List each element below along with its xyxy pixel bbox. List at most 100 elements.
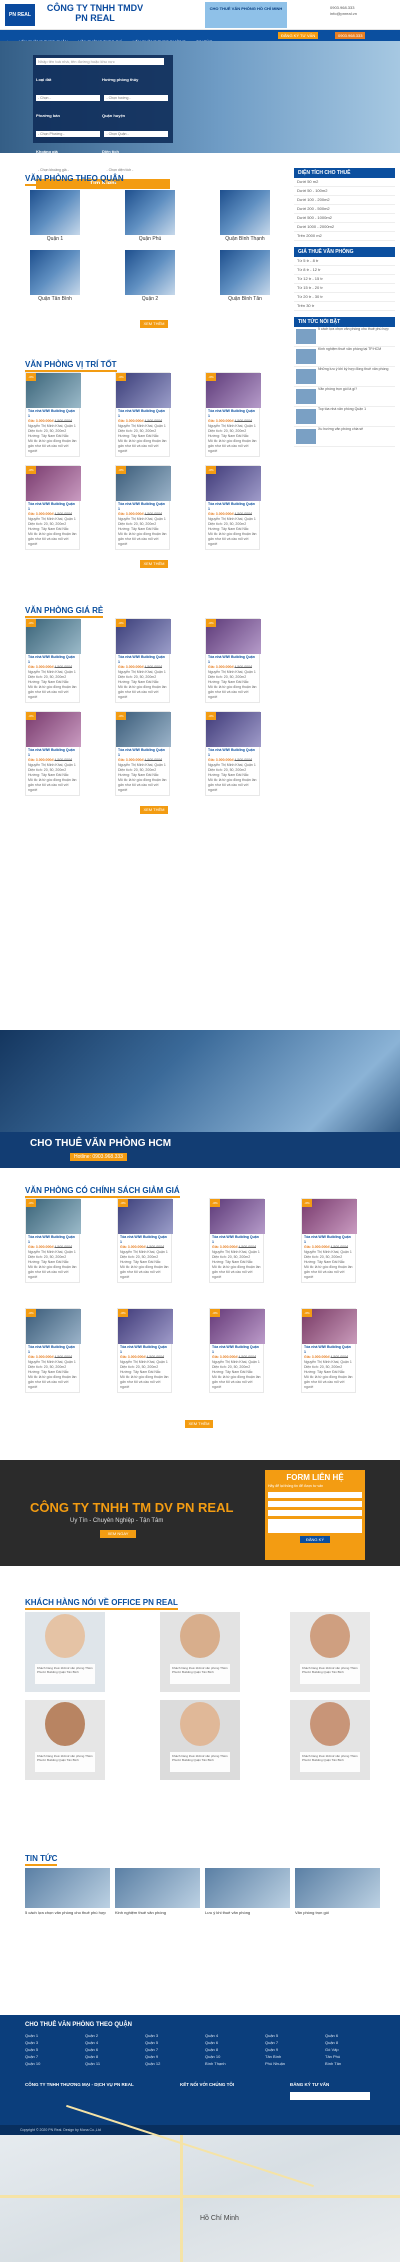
footer-link[interactable]: Quận 8 xyxy=(325,2039,338,2046)
district-tile[interactable] xyxy=(30,250,80,295)
listing-card[interactable]: -6% Tòa nhà WIW Building Quận 1 Giá: 3.000… xyxy=(205,618,261,703)
more-button[interactable]: XEM THÊM xyxy=(140,806,168,814)
listing-card[interactable]: -6% Tòa nhà WIW Building Quận 1 Giá: 3.000… xyxy=(117,1308,173,1393)
sidebar-link[interactable]: Trên 2000 m2 xyxy=(294,232,395,241)
footer-link[interactable]: Quận 7 xyxy=(265,2039,278,2046)
email-field[interactable] xyxy=(268,1510,362,1516)
listing-card[interactable]: -6% Tòa nhà WIW Building Quận 1 Giá: 3.000… xyxy=(115,618,171,703)
listing-card[interactable]: -6% Tòa nhà WIW Building Quận 1 Giá: 3.000… xyxy=(301,1198,357,1283)
footer-link[interactable]: Quận 5 xyxy=(145,2039,158,2046)
listing-card[interactable]: -6% Tòa nhà WIW Building Quận 1 Giá: 3.000… xyxy=(25,465,81,550)
sidebar-link[interactable]: Từ 5 tr - 8 tr xyxy=(294,257,395,266)
cta-button[interactable]: XEM NGAY xyxy=(100,1530,136,1538)
sidebar-link[interactable]: Dưới 1000 - 2000m2 xyxy=(294,223,395,232)
footer-link[interactable]: Quận 6 xyxy=(325,2032,338,2039)
sidebar-link[interactable]: Dưới 50 m2 xyxy=(294,178,395,187)
listing-card[interactable]: -6% Tòa nhà WIW Building Quận 1 Giá: 3.000… xyxy=(115,372,171,457)
listing-card[interactable]: -6% Tòa nhà WIW Building Quận 1 Giá: 3.000… xyxy=(209,1308,265,1393)
sidebar-news[interactable]: 5 cách lựa chọn văn phòng cho thuê phù h… xyxy=(294,327,395,347)
listing-card[interactable]: -6% Tòa nhà WIW Building Quận 1 Giá: 3.000… xyxy=(25,711,81,796)
listing-card[interactable]: -6% Tòa nhà WIW Building Quận 1 Giá: 3.000… xyxy=(205,711,261,796)
sidebar-news[interactable]: Top tòa nhà văn phòng Quận 1 xyxy=(294,407,395,427)
map[interactable]: Hồ Chí Minh xyxy=(0,2104,400,2262)
footer-link[interactable]: Bình Tân xyxy=(325,2060,341,2067)
footer-link[interactable]: Tân Bình xyxy=(265,2053,281,2060)
news-card[interactable]: Kinh nghiệm thuê văn phòng xyxy=(115,1868,200,1915)
footer-link[interactable]: Quận 5 xyxy=(265,2032,278,2039)
search-select[interactable]: - Chọn Phường - xyxy=(36,131,100,137)
news-card[interactable]: Lưu ý khi thuê văn phòng xyxy=(205,1868,290,1915)
register-button[interactable]: ĐĂNG KÝ TƯ VẤN xyxy=(278,32,319,39)
more-button[interactable]: XEM THÊM xyxy=(185,1420,213,1428)
more-button[interactable]: XEM THÊM xyxy=(140,560,168,568)
subscribe-input[interactable] xyxy=(290,2092,370,2100)
footer-link[interactable]: Quận 3 xyxy=(25,2039,38,2046)
listing-card[interactable]: -6% Tòa nhà WIW Building Quận 1 Giá: 3.000… xyxy=(117,1198,173,1283)
sidebar-link[interactable]: Từ 15 tr - 20 tr xyxy=(294,284,395,293)
listing-card[interactable]: -6% Tòa nhà WIW Building Quận 1 Giá: 3.000… xyxy=(25,1308,81,1393)
form-submit[interactable]: ĐĂNG KÝ xyxy=(300,1536,330,1543)
listing-card[interactable]: -6% Tòa nhà WIW Building Quận 1 Giá: 3.000… xyxy=(205,372,261,457)
sidebar-news[interactable]: Những lưu ý khi ký hợp đồng thuê văn phò… xyxy=(294,367,395,387)
footer-link[interactable]: Gò Vấp xyxy=(325,2046,339,2053)
sidebar-link[interactable]: Dưới 50 - 100m2 xyxy=(294,187,395,196)
district-tile[interactable] xyxy=(220,250,270,295)
sidebar-news[interactable]: Văn phòng trọn gói là gì? xyxy=(294,387,395,407)
phone-field[interactable] xyxy=(268,1501,362,1507)
footer-link[interactable]: Quận 2 xyxy=(85,2032,98,2039)
footer-link[interactable]: Quận 7 xyxy=(145,2046,158,2053)
footer-link[interactable]: Quận 8 xyxy=(205,2046,218,2053)
footer-link[interactable]: Quận 6 xyxy=(205,2039,218,2046)
sidebar-link[interactable]: Trên 30 tr xyxy=(294,302,395,311)
footer-link[interactable]: Quận 7 xyxy=(25,2053,38,2060)
message-field[interactable] xyxy=(268,1519,362,1533)
footer-link[interactable]: Quận 11 xyxy=(85,2060,100,2067)
sidebar-link[interactable]: Dưới 500 - 1000m2 xyxy=(294,214,395,223)
listing-card[interactable]: -6% Tòa nhà WIW Building Quận 1 Giá: 3.000… xyxy=(115,465,171,550)
sidebar-link[interactable]: Dưới 100 - 200m2 xyxy=(294,196,395,205)
mid-banner-hotline[interactable]: Hotline: 0903.968.333 xyxy=(70,1153,127,1161)
district-tile[interactable] xyxy=(220,190,270,235)
footer-link[interactable]: Quận 3 xyxy=(145,2032,158,2039)
sidebar-link[interactable]: Từ 12 tr - 15 tr xyxy=(294,275,395,284)
listing-card[interactable]: -6% Tòa nhà WIW Building Quận 1 Giá: 3.000… xyxy=(205,465,261,550)
hotline-button[interactable]: 0903.968.333 xyxy=(335,32,366,39)
listing-card[interactable]: -6% Tòa nhà WIW Building Quận 1 Giá: 3.000… xyxy=(25,372,81,457)
search-select[interactable]: - Chọn hướng - xyxy=(104,95,169,101)
footer-link[interactable]: Quận 1 xyxy=(25,2032,38,2039)
footer-link[interactable]: Bình Thạnh xyxy=(205,2060,226,2067)
header-banner[interactable]: CHO THUÊ VĂN PHÒNG HỒ CHÍ MINH xyxy=(205,2,287,28)
footer-link[interactable]: Quận 10 xyxy=(205,2053,220,2060)
sidebar-link[interactable]: Từ 8 tr - 12 tr xyxy=(294,266,395,275)
footer-link[interactable]: Quận 6 xyxy=(85,2046,98,2053)
footer-link[interactable]: Quận 9 xyxy=(265,2046,278,2053)
listing-card[interactable]: -6% Tòa nhà WIW Building Quận 1 Giá: 3.000… xyxy=(25,1198,81,1283)
sidebar-link[interactable]: Dưới 200 - 500m2 xyxy=(294,205,395,214)
district-tile[interactable] xyxy=(125,250,175,295)
listing-card[interactable]: -6% Tòa nhà WIW Building Quận 1 Giá: 3.000… xyxy=(25,618,81,703)
news-card[interactable]: Văn phòng trọn gói xyxy=(295,1868,380,1915)
footer-link[interactable]: Quận 10 xyxy=(25,2060,40,2067)
district-tile[interactable] xyxy=(125,190,175,235)
news-card[interactable]: 5 cách lựa chọn văn phòng cho thuê phù h… xyxy=(25,1868,110,1915)
sidebar-news[interactable]: Xu hướng văn phòng chia sẻ xyxy=(294,427,395,447)
name-field[interactable] xyxy=(268,1492,362,1498)
footer-link[interactable]: Phú Nhuận xyxy=(265,2060,285,2067)
listing-card[interactable]: -6% Tòa nhà WIW Building Quận 1 Giá: 3.000… xyxy=(301,1308,357,1393)
footer-link[interactable]: Quận 9 xyxy=(145,2053,158,2060)
search-select[interactable]: - Chọn - xyxy=(36,95,100,101)
footer-link[interactable]: Quận 12 xyxy=(145,2060,160,2067)
logo[interactable]: PN REAL xyxy=(5,4,35,26)
sidebar-news[interactable]: Kinh nghiệm thuê văn phòng tại TP.HCM xyxy=(294,347,395,367)
footer-link[interactable]: Quận 4 xyxy=(85,2039,98,2046)
search-input[interactable]: Nhập tên toà nhà, tên đường hoặc khu vực xyxy=(36,58,164,65)
footer-link[interactable]: Quận 5 xyxy=(25,2046,38,2053)
footer-link[interactable]: Quận 8 xyxy=(85,2053,98,2060)
footer-link[interactable]: Tân Phú xyxy=(325,2053,340,2060)
footer-link[interactable]: Quận 4 xyxy=(205,2032,218,2039)
search-select[interactable]: - Chọn Quận - xyxy=(104,131,169,137)
listing-card[interactable]: -6% Tòa nhà WIW Building Quận 1 Giá: 3.000… xyxy=(209,1198,265,1283)
sidebar-link[interactable]: Từ 20 tr - 30 tr xyxy=(294,293,395,302)
district-tile[interactable] xyxy=(30,190,80,235)
listing-card[interactable]: -6% Tòa nhà WIW Building Quận 1 Giá: 3.000… xyxy=(115,711,171,796)
